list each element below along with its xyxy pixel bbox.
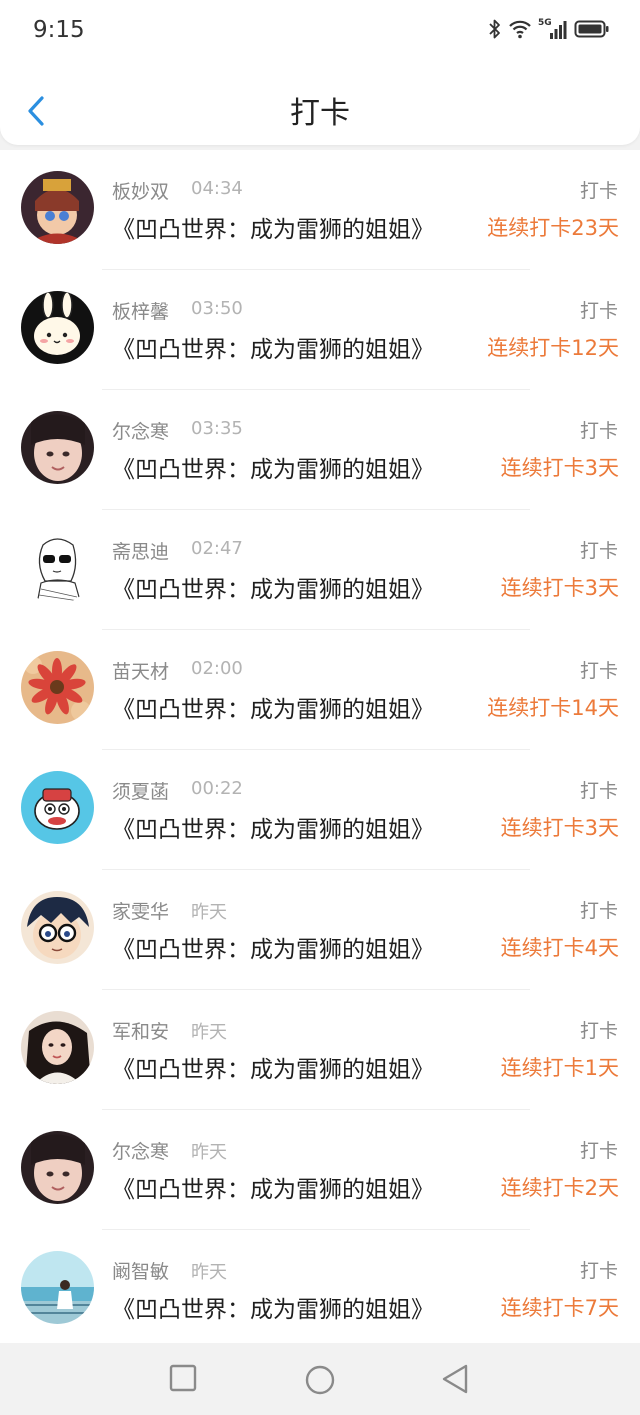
streak-count: 连续打卡23天: [487, 216, 619, 240]
checkin-time: 昨天: [191, 1262, 227, 1283]
user-name: 尔念寒: [112, 1141, 170, 1163]
streak-count: 连续打卡14天: [487, 696, 619, 720]
recent-apps-button[interactable]: [168, 1363, 198, 1397]
back-nav-button[interactable]: [440, 1363, 470, 1399]
checkin-label: 打卡: [579, 780, 618, 802]
list-item[interactable]: 须夏菡 00:22 《凹凸世界：成为雷狮的姐姐》 打卡 连续打卡3天: [0, 750, 640, 870]
book-title: 《凹凸世界：成为雷狮的姐姐》: [112, 1297, 434, 1323]
header: 9:15 5G 打卡: [0, 0, 640, 145]
book-title: 《凹凸世界：成为雷狮的姐姐》: [112, 1177, 434, 1203]
checkin-label: 打卡: [579, 1020, 618, 1042]
list-item[interactable]: 斋思迪 02:47 《凹凸世界：成为雷狮的姐姐》 打卡 连续打卡3天: [0, 510, 640, 630]
cellular-signal-icon: 5G: [538, 18, 568, 40]
book-title: 《凹凸世界：成为雷狮的姐姐》: [112, 457, 434, 483]
avatar: [21, 891, 94, 964]
user-name: 尔念寒: [112, 421, 170, 443]
user-name: 苗天材: [112, 661, 170, 683]
wifi-icon: [508, 19, 532, 39]
book-title: 《凹凸世界：成为雷狮的姐姐》: [112, 817, 434, 843]
status-icons: 5G: [488, 18, 610, 40]
bluetooth-icon: [488, 18, 502, 40]
battery-icon: [574, 19, 610, 39]
streak-count: 连续打卡2天: [500, 1176, 619, 1200]
checkin-label: 打卡: [579, 180, 618, 202]
book-title: 《凹凸世界：成为雷狮的姐姐》: [112, 1057, 434, 1083]
avatar: [21, 1011, 94, 1084]
avatar: [21, 531, 94, 604]
avatar: [21, 1131, 94, 1204]
circle-icon: [305, 1365, 335, 1395]
list-item[interactable]: 苗天材 02:00 《凹凸世界：成为雷狮的姐姐》 打卡 连续打卡14天: [0, 630, 640, 750]
checkin-label: 打卡: [579, 300, 618, 322]
checkin-label: 打卡: [579, 1140, 618, 1162]
checkin-time: 昨天: [191, 902, 227, 923]
list-item[interactable]: 板妙双 04:34 《凹凸世界：成为雷狮的姐姐》 打卡 连续打卡23天: [0, 150, 640, 270]
user-name: 板妙双: [112, 181, 170, 203]
checkin-time: 昨天: [191, 1142, 227, 1163]
list-item[interactable]: 阚智敏 昨天 《凹凸世界：成为雷狮的姐姐》 打卡 连续打卡7天: [0, 1230, 640, 1343]
streak-count: 连续打卡4天: [500, 936, 619, 960]
checkin-time: 03:35: [191, 418, 243, 439]
checkin-time: 02:00: [191, 658, 243, 679]
checkin-label: 打卡: [579, 540, 618, 562]
avatar: [21, 291, 94, 364]
list-item[interactable]: 尔念寒 03:35 《凹凸世界：成为雷狮的姐姐》 打卡 连续打卡3天: [0, 390, 640, 510]
home-button[interactable]: [303, 1363, 337, 1401]
list-item[interactable]: 家雯华 昨天 《凹凸世界：成为雷狮的姐姐》 打卡 连续打卡4天: [0, 870, 640, 990]
streak-count: 连续打卡3天: [500, 816, 619, 840]
book-title: 《凹凸世界：成为雷狮的姐姐》: [112, 697, 434, 723]
checkin-time: 02:47: [191, 538, 243, 559]
list-item[interactable]: 军和安 昨天 《凹凸世界：成为雷狮的姐姐》 打卡 连续打卡1天: [0, 990, 640, 1110]
square-icon: [169, 1364, 197, 1392]
checkin-label: 打卡: [579, 660, 618, 682]
list-item[interactable]: 板梓馨 03:50 《凹凸世界：成为雷狮的姐姐》 打卡 连续打卡12天: [0, 270, 640, 390]
streak-count: 连续打卡3天: [500, 456, 619, 480]
user-name: 阚智敏: [112, 1261, 170, 1283]
avatar: [21, 651, 94, 724]
checkin-list: 板妙双 04:34 《凹凸世界：成为雷狮的姐姐》 打卡 连续打卡23天 板梓馨 …: [0, 150, 640, 1343]
streak-count: 连续打卡1天: [500, 1056, 619, 1080]
system-nav-bar: [0, 1345, 640, 1415]
checkin-label: 打卡: [579, 1260, 618, 1282]
status-time: 9:15: [33, 17, 85, 43]
avatar: [21, 171, 94, 244]
checkin-label: 打卡: [579, 900, 618, 922]
checkin-time: 03:50: [191, 298, 243, 319]
checkin-time: 昨天: [191, 1022, 227, 1043]
avatar: [21, 771, 94, 844]
user-name: 斋思迪: [112, 541, 170, 563]
list-item[interactable]: 尔念寒 昨天 《凹凸世界：成为雷狮的姐姐》 打卡 连续打卡2天: [0, 1110, 640, 1230]
checkin-time: 00:22: [191, 778, 243, 799]
streak-count: 连续打卡12天: [487, 336, 619, 360]
checkin-label: 打卡: [579, 420, 618, 442]
checkin-time: 04:34: [191, 178, 243, 199]
page-title: 打卡: [290, 96, 350, 131]
avatar: [21, 1251, 94, 1324]
user-name: 须夏菡: [112, 781, 170, 803]
book-title: 《凹凸世界：成为雷狮的姐姐》: [112, 937, 434, 963]
streak-count: 连续打卡7天: [500, 1296, 619, 1320]
avatar: [21, 411, 94, 484]
streak-count: 连续打卡3天: [500, 576, 619, 600]
user-name: 军和安: [112, 1021, 170, 1043]
book-title: 《凹凸世界：成为雷狮的姐姐》: [112, 577, 434, 603]
triangle-back-icon: [442, 1364, 468, 1394]
user-name: 板梓馨: [112, 301, 170, 323]
book-title: 《凹凸世界：成为雷狮的姐姐》: [112, 337, 434, 363]
book-title: 《凹凸世界：成为雷狮的姐姐》: [112, 217, 434, 243]
user-name: 家雯华: [112, 901, 170, 923]
